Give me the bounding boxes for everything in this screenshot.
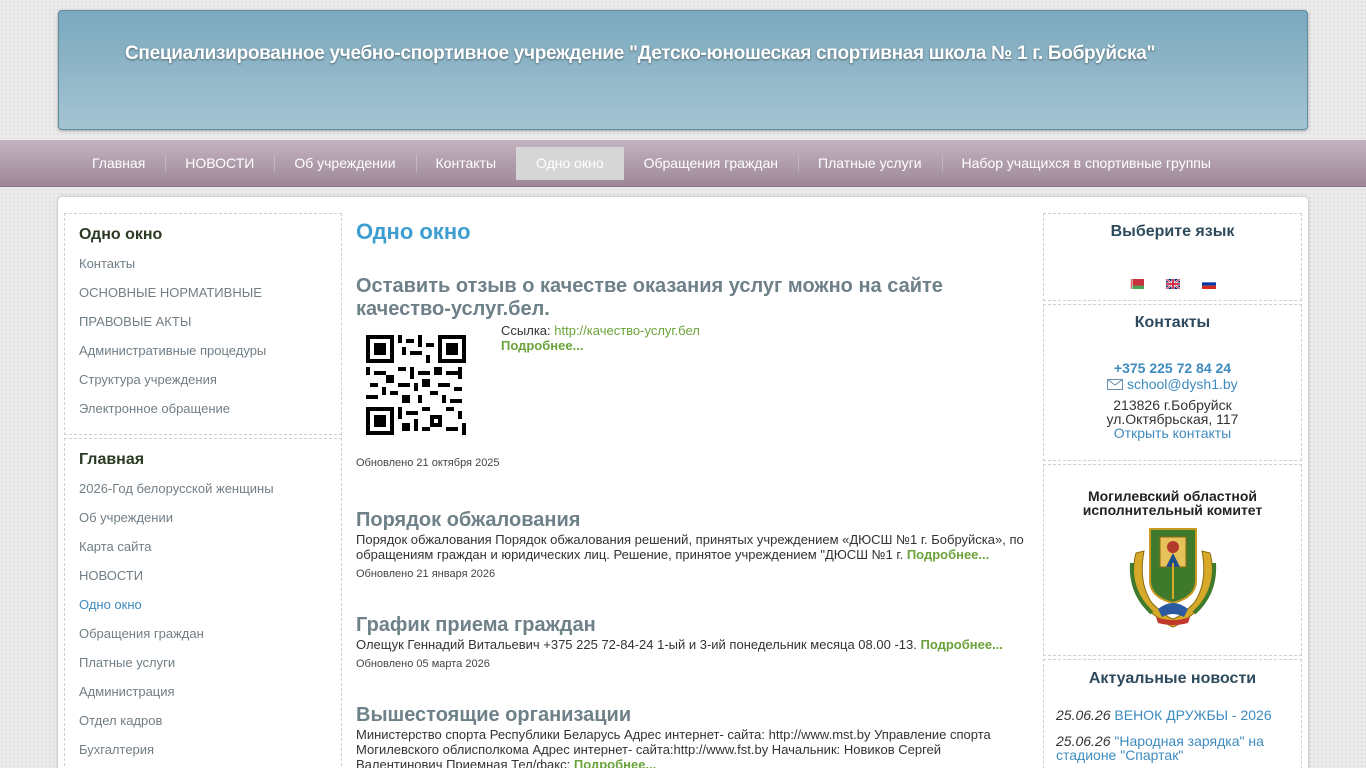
address-line-2: ул.Октябрьская, 117 — [1106, 411, 1239, 427]
language-box: Выберите язык — [1043, 213, 1302, 301]
article-title[interactable]: График приема граждан — [356, 614, 1028, 637]
menu-link-sitemap[interactable]: Карта сайта — [79, 539, 327, 554]
flag-by-icon[interactable] — [1129, 279, 1144, 289]
article-feedback: Оставить отзыв о качестве оказания услуг… — [356, 275, 1028, 469]
email-link[interactable]: school@dysh1.by — [1127, 376, 1238, 392]
menu-link-one-window[interactable]: Одно окно — [79, 597, 327, 612]
menu-link-administration[interactable]: Администрация — [79, 684, 327, 699]
content-area: Одно окно Контакты ОСНОВНЫЕ НОРМАТИВНЫЕ … — [58, 197, 1308, 768]
menu-link-legal-acts[interactable]: ПРАВОВЫЕ АКТЫ — [79, 314, 327, 329]
news-link[interactable]: ВЕНОК ДРУЖБЫ - 2026 — [1114, 707, 1271, 723]
article-higher-organizations: Вышестоящие организации Министерство спо… — [356, 704, 1028, 768]
article-appeal-procedure: Порядок обжалования Порядок обжалования … — [356, 509, 1028, 580]
menu-link-structure[interactable]: Структура учреждения — [79, 372, 327, 387]
article-title[interactable]: Оставить отзыв о качестве оказания услуг… — [356, 275, 1028, 321]
flag-ru-icon[interactable] — [1201, 279, 1216, 289]
latest-news-title: Актуальные новости — [1088, 670, 1257, 687]
oblast-committee-box: Могилевский областной исполнительный ком… — [1043, 464, 1302, 656]
news-item: 25.06.26 ВЕНОК ДРУЖБЫ - 2026 — [1044, 708, 1301, 722]
read-more-link[interactable]: Подробнее... — [574, 757, 656, 768]
contacts-box: Контакты +375 225 72 84 24 school@dysh1.… — [1043, 304, 1302, 461]
nav-item-paid-services[interactable]: Платные услуги — [798, 147, 942, 180]
menu-link-contacts[interactable]: Контакты — [79, 256, 327, 271]
menu-link-admin-procedures[interactable]: Административные процедуры — [79, 343, 327, 358]
updated-date: Обновлено 21 октября 2025 — [356, 457, 500, 469]
nav-item-contacts[interactable]: Контакты — [415, 147, 516, 180]
updated-date: Обновлено 05 марта 2026 — [356, 658, 490, 670]
open-contacts-link[interactable]: Открыть контакты — [1044, 426, 1301, 440]
menu-link-about[interactable]: Об учреждении — [79, 510, 327, 525]
right-sidebar: Выберите язык Контакты +375 225 72 84 24 — [1043, 213, 1302, 768]
phone-number[interactable]: +375 225 72 84 24 — [1044, 360, 1301, 376]
menu-link-hr[interactable]: Отдел кадров — [79, 713, 327, 728]
news-date: 25.06.26 — [1056, 707, 1111, 723]
nav-item-home[interactable]: Главная — [72, 147, 165, 180]
article-reception-schedule: График приема граждан Олещук Геннадий Ви… — [356, 614, 1028, 670]
main-content: Одно окно Оставить отзыв о качестве оказ… — [356, 219, 1028, 768]
updated-date: Обновлено 21 января 2026 — [356, 568, 496, 580]
feedback-link[interactable]: http://качество-услуг.бел — [554, 323, 700, 338]
menu-link-year-of-women[interactable]: 2026-Год белорусской женщины — [79, 481, 327, 496]
link-label: Ссылка: — [501, 323, 551, 338]
nav-item-enrollment[interactable]: Набор учащихся в спортивные группы — [941, 147, 1231, 180]
nav-item-about[interactable]: Об учреждении — [274, 147, 415, 180]
main-nav: Главная НОВОСТИ Об учреждении Контакты О… — [72, 147, 1231, 180]
language-flags — [1044, 279, 1301, 289]
read-more-link[interactable]: Подробнее... — [501, 338, 583, 353]
language-title: Выберите язык — [1110, 223, 1235, 240]
menu-link-appeals[interactable]: Обращения граждан — [79, 626, 327, 641]
menu-link-paid-services[interactable]: Платные услуги — [79, 655, 327, 670]
feedback-link-row: Ссылка: http://качество-услуг.бел — [501, 323, 700, 338]
site-header: Специализированное учебно-спортивное учр… — [58, 10, 1308, 130]
article-text: Министерство спорта Республики Беларусь … — [356, 727, 1028, 768]
page-title: Одно окно — [356, 219, 471, 244]
menu-link-e-appeal[interactable]: Электронное обращение — [79, 401, 327, 416]
menu-link-news[interactable]: НОВОСТИ — [79, 568, 327, 583]
read-more-link[interactable]: Подробнее... — [907, 547, 989, 562]
left-sidebar: Одно окно Контакты ОСНОВНЫЕ НОРМАТИВНЫЕ … — [64, 213, 342, 768]
nav-item-news[interactable]: НОВОСТИ — [165, 147, 274, 180]
flag-en-icon[interactable] — [1165, 279, 1180, 289]
article-title[interactable]: Вышестоящие организации — [356, 704, 1028, 727]
read-more-link[interactable]: Подробнее... — [920, 637, 1002, 652]
article-text: Олещук Геннадий Витальевич +375 225 72-8… — [356, 637, 1003, 652]
site-title: Специализированное учебно-спортивное учр… — [125, 43, 1156, 64]
qr-code-image — [366, 335, 466, 435]
contacts-title: Контакты — [1134, 314, 1211, 331]
envelope-icon — [1107, 379, 1124, 390]
main-navbar: Главная НОВОСТИ Об учреждении Контакты О… — [0, 140, 1366, 187]
menu-title: Одно окно — [79, 226, 163, 243]
menu-link-normative[interactable]: ОСНОВНЫЕ НОРМАТИВНЫЕ — [79, 285, 327, 300]
oblast-committee-title[interactable]: Могилевский областной исполнительный ком… — [1044, 489, 1301, 517]
one-window-menu: Одно окно Контакты ОСНОВНЫЕ НОРМАТИВНЫЕ … — [64, 213, 342, 435]
main-menu: Главная 2026-Год белорусской женщины Об … — [64, 438, 342, 768]
article-text: Порядок обжалования Порядок обжалования … — [356, 532, 1024, 562]
article-title[interactable]: Порядок обжалования — [356, 509, 1028, 532]
address-line-1: 213826 г.Бобруйск — [1113, 397, 1232, 413]
menu-link-accounting[interactable]: Бухгалтерия — [79, 742, 327, 757]
coat-of-arms-icon[interactable] — [1128, 523, 1218, 629]
menu-title: Главная — [79, 451, 145, 468]
latest-news-box: Актуальные новости 25.06.26 ВЕНОК ДРУЖБЫ… — [1043, 659, 1302, 768]
nav-item-one-window[interactable]: Одно окно — [516, 147, 624, 180]
nav-item-appeals[interactable]: Обращения граждан — [624, 147, 798, 180]
news-item: 25.06.26 "Народная зарядка" на стадионе … — [1044, 734, 1301, 762]
